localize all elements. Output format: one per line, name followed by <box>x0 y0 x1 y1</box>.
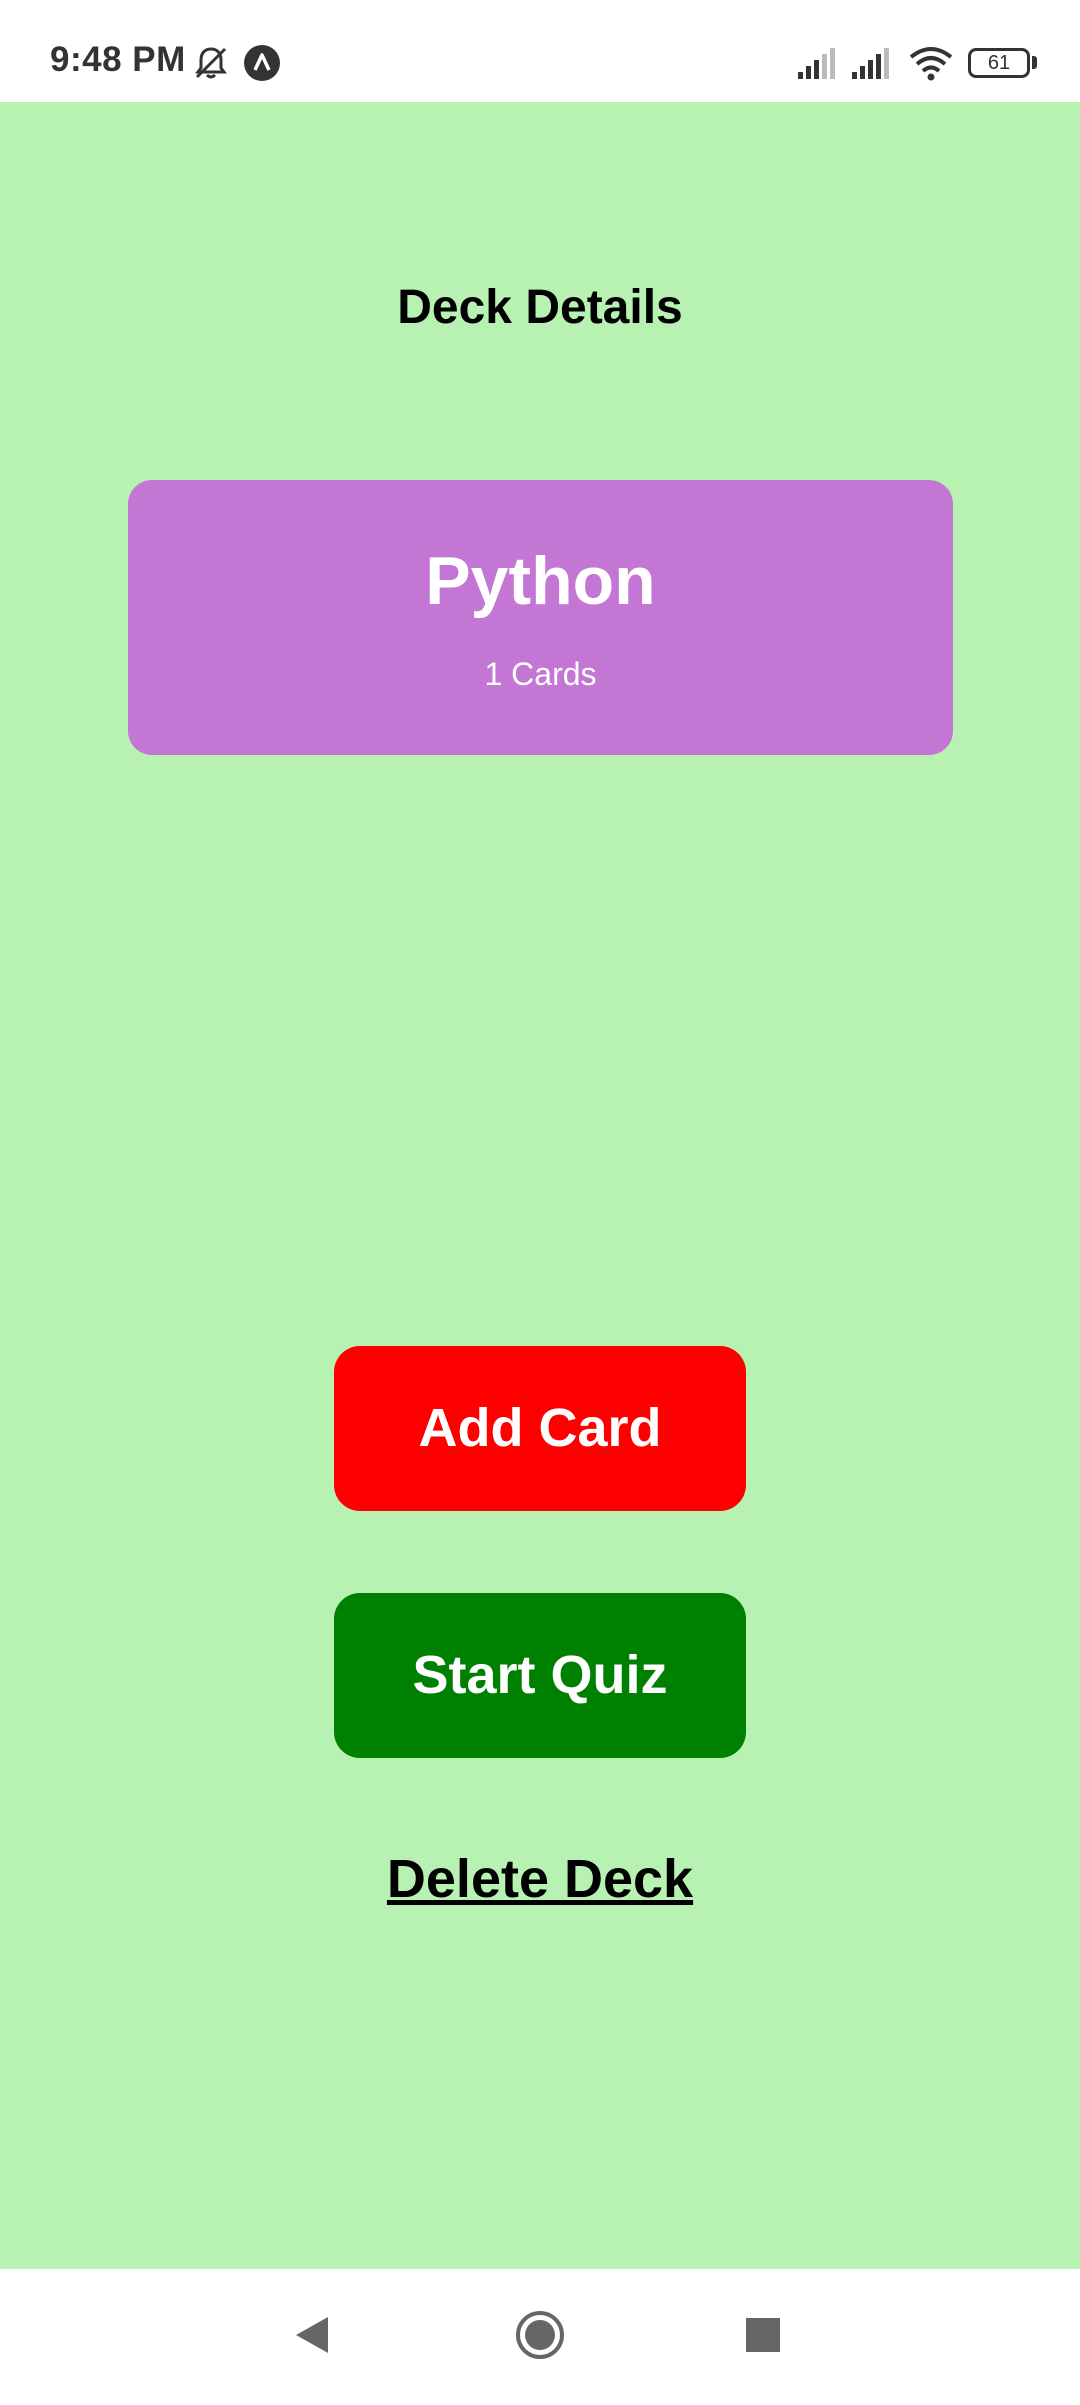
recents-icon <box>746 2318 780 2352</box>
page-title: Deck Details <box>397 281 683 334</box>
home-icon <box>516 2311 564 2359</box>
battery-icon: 61 <box>968 48 1030 78</box>
back-button[interactable] <box>252 2269 372 2400</box>
status-time: 9:48 PM <box>50 40 186 79</box>
main-screen: Deck Details Python 1 Cards Add Card Sta… <box>0 102 1080 2269</box>
back-icon <box>296 2317 328 2353</box>
battery-tip <box>1032 56 1037 69</box>
recents-button[interactable] <box>703 2269 823 2400</box>
home-button[interactable] <box>480 2269 600 2400</box>
add-card-button[interactable]: Add Card <box>334 1346 746 1511</box>
wifi-icon <box>908 44 954 87</box>
signal-icon <box>850 46 892 85</box>
deck-name: Python <box>425 543 656 619</box>
delete-deck-link[interactable]: Delete Deck <box>0 1848 1080 1910</box>
mute-icon <box>192 44 230 87</box>
navigation-bar <box>0 2269 1080 2400</box>
start-quiz-button[interactable]: Start Quiz <box>334 1593 746 1758</box>
status-bar: 9:48 PM 61 <box>0 0 1080 102</box>
deck-card-count: 1 Cards <box>484 656 597 692</box>
signal-icon <box>796 46 838 85</box>
app-notification-icon <box>243 44 281 87</box>
deck-card: Python 1 Cards <box>128 480 953 755</box>
